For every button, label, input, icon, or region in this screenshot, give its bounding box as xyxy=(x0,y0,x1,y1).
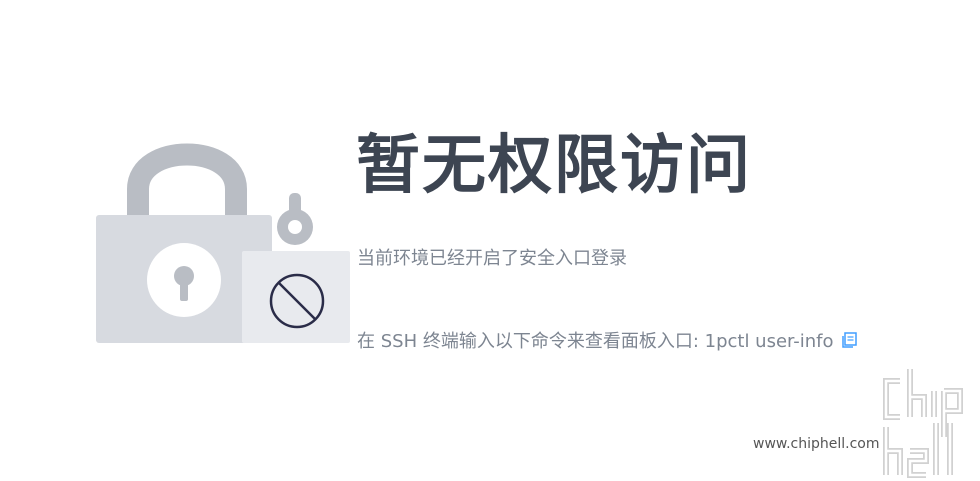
copy-icon[interactable] xyxy=(840,331,858,349)
chiphell-watermark xyxy=(883,369,963,478)
watermark-url: www.chiphell.com xyxy=(753,436,880,452)
page-subtitle: 当前环境已经开启了安全入口登录 xyxy=(357,248,627,269)
hint-row: 在 SSH 终端输入以下命令来查看面板入口: 1pctl user-info xyxy=(357,327,858,353)
lock-illustration xyxy=(96,143,350,343)
page-title: 暂无权限访问 xyxy=(356,129,752,203)
hint-text: 在 SSH 终端输入以下命令来查看面板入口: 1pctl user-info xyxy=(357,331,834,352)
